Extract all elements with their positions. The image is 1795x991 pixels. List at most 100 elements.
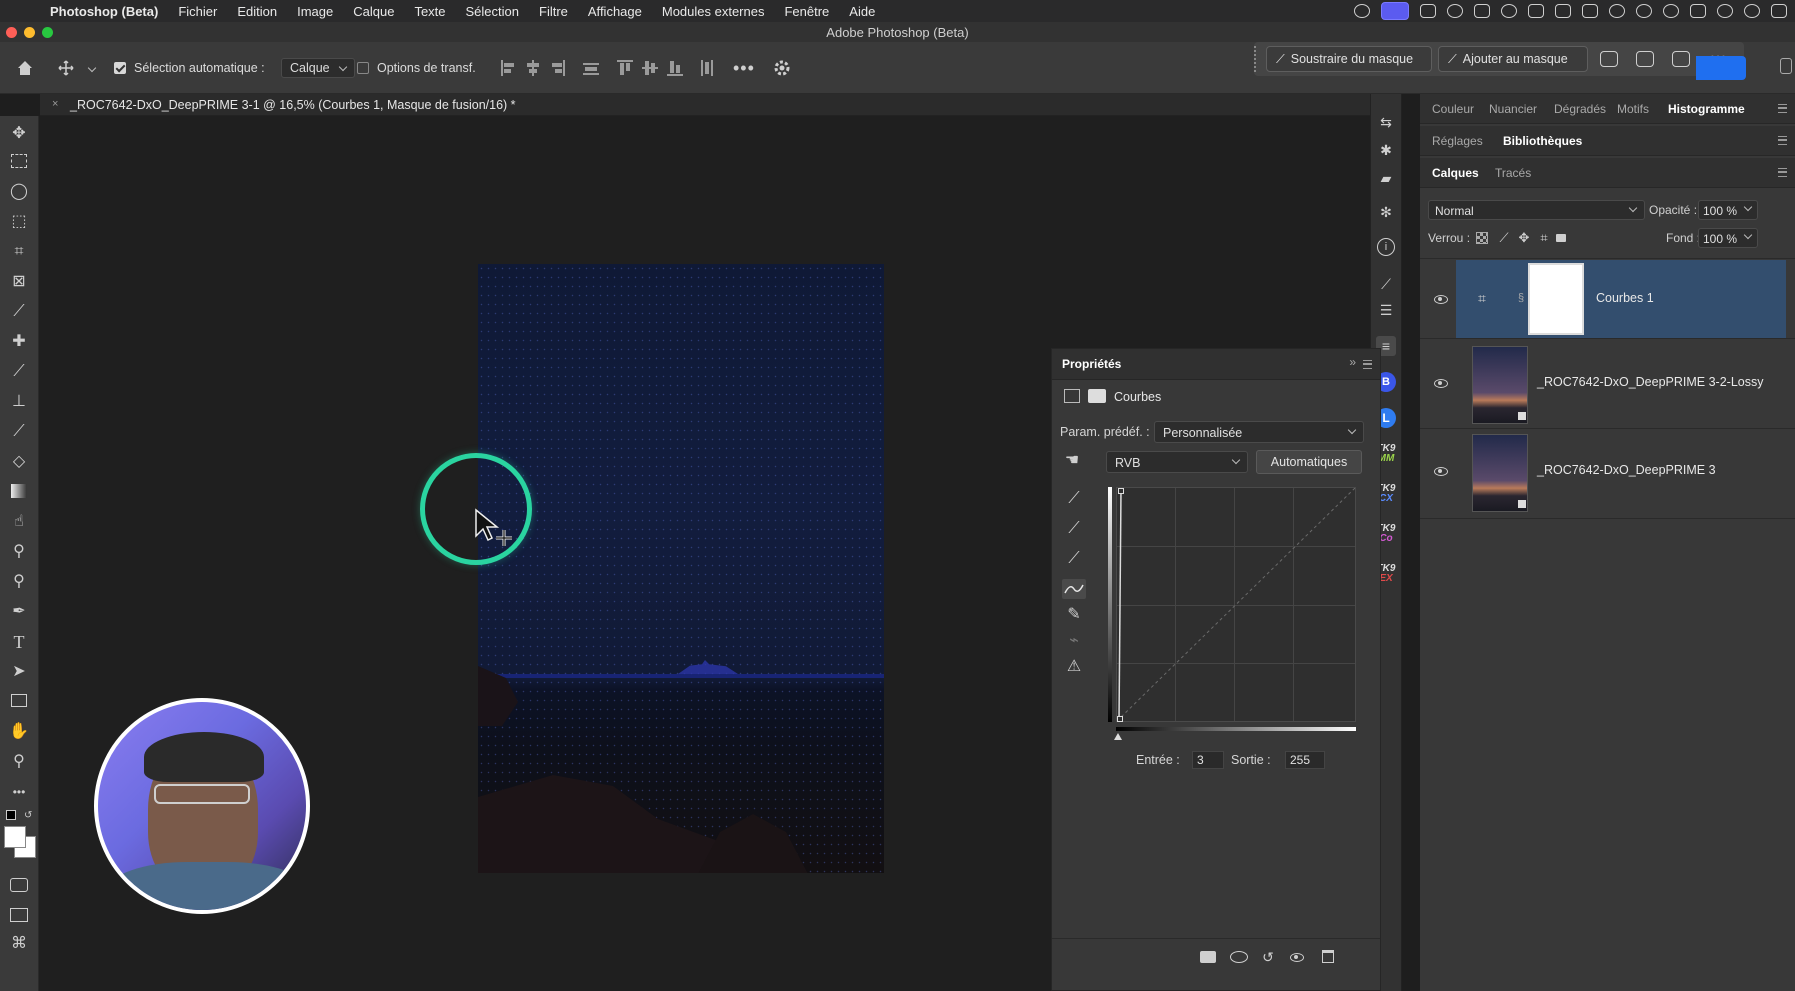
mask-refine-icon[interactable] bbox=[1600, 51, 1618, 67]
align-middle-vertical-icon[interactable] bbox=[642, 60, 658, 76]
visibility-eye-icon[interactable] bbox=[1434, 295, 1448, 304]
home-icon[interactable] bbox=[15, 58, 35, 78]
menu-texte[interactable]: Texte bbox=[414, 4, 445, 19]
trash-icon[interactable] bbox=[1322, 950, 1334, 963]
comments-icon[interactable]: ▰ bbox=[1376, 168, 1396, 188]
rectangle-tool-icon[interactable] bbox=[11, 694, 27, 707]
drag-handle[interactable] bbox=[1254, 46, 1260, 72]
cursor-icon[interactable] bbox=[1447, 4, 1463, 18]
mask-icon[interactable] bbox=[1088, 389, 1106, 403]
brushes-icon[interactable]: ⟋ bbox=[1376, 274, 1396, 294]
reset-adjustment-icon[interactable]: ↺ bbox=[1258, 947, 1278, 967]
clone-stamp-icon[interactable]: ⊥ bbox=[9, 392, 29, 412]
panel-menu-icon[interactable] bbox=[1778, 104, 1787, 113]
menu-image[interactable]: Image bbox=[297, 4, 333, 19]
window-icon[interactable] bbox=[1582, 4, 1598, 18]
wifi-icon[interactable] bbox=[1717, 4, 1733, 18]
user-icon[interactable] bbox=[1609, 4, 1625, 18]
panel-menu-icon[interactable] bbox=[1778, 136, 1787, 145]
layer-mask-thumbnail[interactable] bbox=[1528, 263, 1584, 335]
tab-nuancier[interactable]: Nuancier bbox=[1489, 102, 1537, 116]
move-tool-icon[interactable] bbox=[58, 60, 74, 76]
menu-fichier[interactable]: Fichier bbox=[178, 4, 217, 19]
eraser-tool-icon[interactable]: ◇ bbox=[9, 452, 29, 472]
distribute-vertical-icon[interactable] bbox=[699, 60, 713, 76]
curves-graph[interactable] bbox=[1116, 487, 1356, 722]
frame-tool-icon[interactable]: ⊠ bbox=[9, 272, 29, 292]
tab-degrades[interactable]: Dégradés bbox=[1554, 102, 1606, 116]
curve-point[interactable] bbox=[1118, 488, 1124, 494]
play-icon[interactable] bbox=[1636, 4, 1652, 18]
channel-dropdown[interactable]: RVB bbox=[1106, 451, 1248, 473]
curve-point[interactable] bbox=[1117, 716, 1123, 722]
smooth-curve-icon[interactable]: ⌁ bbox=[1064, 631, 1084, 651]
eyedropper-tool-icon[interactable]: ⟋ bbox=[9, 302, 29, 322]
chain-link-icon[interactable]: § bbox=[1518, 292, 1524, 304]
black-input-slider[interactable] bbox=[1114, 733, 1122, 740]
lock-transparent-icon[interactable] bbox=[1476, 232, 1488, 244]
align-top-icon[interactable] bbox=[617, 60, 633, 76]
status-icon[interactable] bbox=[1354, 4, 1370, 18]
output-field[interactable]: 255 bbox=[1285, 751, 1325, 769]
info-icon[interactable]: i bbox=[1377, 238, 1395, 256]
fill-input[interactable]: 100 % bbox=[1698, 228, 1758, 248]
align-bottom-icon[interactable] bbox=[667, 60, 683, 76]
clipping-warning-icon[interactable]: ⚠ bbox=[1064, 657, 1084, 677]
menu-affichage[interactable]: Affichage bbox=[588, 4, 642, 19]
add-to-mask-button[interactable]: ⟋ Ajouter au masque bbox=[1438, 46, 1588, 72]
history-icon[interactable]: ⇆ bbox=[1376, 112, 1396, 132]
curves-adjustment-icon[interactable] bbox=[1064, 389, 1080, 403]
object-selection-icon[interactable]: ⬚ bbox=[9, 212, 29, 232]
lock-pixels-icon[interactable]: ⟋ bbox=[1494, 228, 1514, 248]
curve-line[interactable] bbox=[1117, 488, 1355, 721]
camera-icon[interactable] bbox=[1420, 4, 1436, 18]
tab-histogramme[interactable]: Histogramme bbox=[1668, 102, 1745, 116]
generative-icon[interactable]: ⌘ bbox=[9, 934, 29, 954]
crop-tool-icon[interactable]: ⌗ bbox=[9, 242, 29, 262]
collapse-panel-icon[interactable]: » bbox=[1349, 355, 1356, 369]
properties-sliders-icon[interactable]: ☰ bbox=[1376, 300, 1396, 320]
mask-settings-icon[interactable] bbox=[1672, 51, 1690, 67]
burn-tool-icon[interactable]: ⚲ bbox=[9, 572, 29, 592]
default-colors-icon[interactable] bbox=[6, 810, 16, 820]
menu-filtre[interactable]: Filtre bbox=[539, 4, 568, 19]
brush-tool-icon[interactable]: ⟋ bbox=[9, 362, 29, 382]
document-image[interactable] bbox=[478, 264, 884, 873]
align-center-horizontal-icon[interactable] bbox=[526, 60, 540, 76]
transform-options-checkbox[interactable] bbox=[357, 62, 369, 74]
lock-artboard-icon[interactable]: ⌗ bbox=[1534, 228, 1554, 248]
gear-icon[interactable] bbox=[772, 58, 792, 78]
opacity-input[interactable]: 100 % bbox=[1698, 200, 1758, 220]
move-tool-icon[interactable]: ✥ bbox=[9, 124, 29, 144]
share-button[interactable] bbox=[1696, 56, 1746, 80]
tab-couleur[interactable]: Couleur bbox=[1432, 102, 1474, 116]
dodge-tool-icon[interactable]: ⚲ bbox=[9, 542, 29, 562]
auto-select-checkbox[interactable] bbox=[114, 62, 126, 74]
zoom-tool-icon[interactable]: ⚲ bbox=[9, 752, 29, 772]
white-point-eyedropper-icon[interactable]: ⟋ bbox=[1064, 549, 1084, 569]
clip-to-layer-icon[interactable] bbox=[1200, 951, 1216, 963]
spotlight-search-icon[interactable] bbox=[1744, 4, 1760, 18]
screen-share-icon[interactable] bbox=[1381, 2, 1409, 20]
swap-colors-icon[interactable]: ↺ bbox=[24, 810, 32, 821]
close-tab-icon[interactable]: × bbox=[52, 98, 58, 110]
targeted-adjustment-hand-icon[interactable]: ☚ bbox=[1062, 451, 1082, 471]
tab-reglages[interactable]: Réglages bbox=[1432, 134, 1483, 148]
tab-calques[interactable]: Calques bbox=[1432, 166, 1479, 180]
align-right-icon[interactable] bbox=[551, 60, 565, 76]
mask-hide-icon[interactable] bbox=[1636, 51, 1654, 67]
input-field[interactable]: 3 bbox=[1192, 751, 1224, 769]
search-icon[interactable] bbox=[1780, 58, 1792, 74]
lock-position-icon[interactable]: ✥ bbox=[1514, 228, 1534, 248]
auto-button[interactable]: Automatiques bbox=[1256, 450, 1362, 474]
clipboard-icon[interactable] bbox=[1528, 4, 1544, 18]
layer-row-deepprime-3-2-lossy[interactable]: _ROC7642-DxO_DeepPRIME 3-2-Lossy bbox=[1420, 342, 1795, 426]
panel-menu-icon[interactable] bbox=[1778, 168, 1787, 177]
grid-icon[interactable] bbox=[1555, 4, 1571, 18]
tab-motifs[interactable]: Motifs bbox=[1617, 102, 1649, 116]
history-brush-icon[interactable]: ⟋ bbox=[9, 422, 29, 442]
menu-edition[interactable]: Edition bbox=[237, 4, 277, 19]
lasso-tool-icon[interactable]: ◯ bbox=[9, 182, 29, 202]
gray-point-eyedropper-icon[interactable]: ⟋ bbox=[1064, 519, 1084, 539]
menu-calque[interactable]: Calque bbox=[353, 4, 394, 19]
